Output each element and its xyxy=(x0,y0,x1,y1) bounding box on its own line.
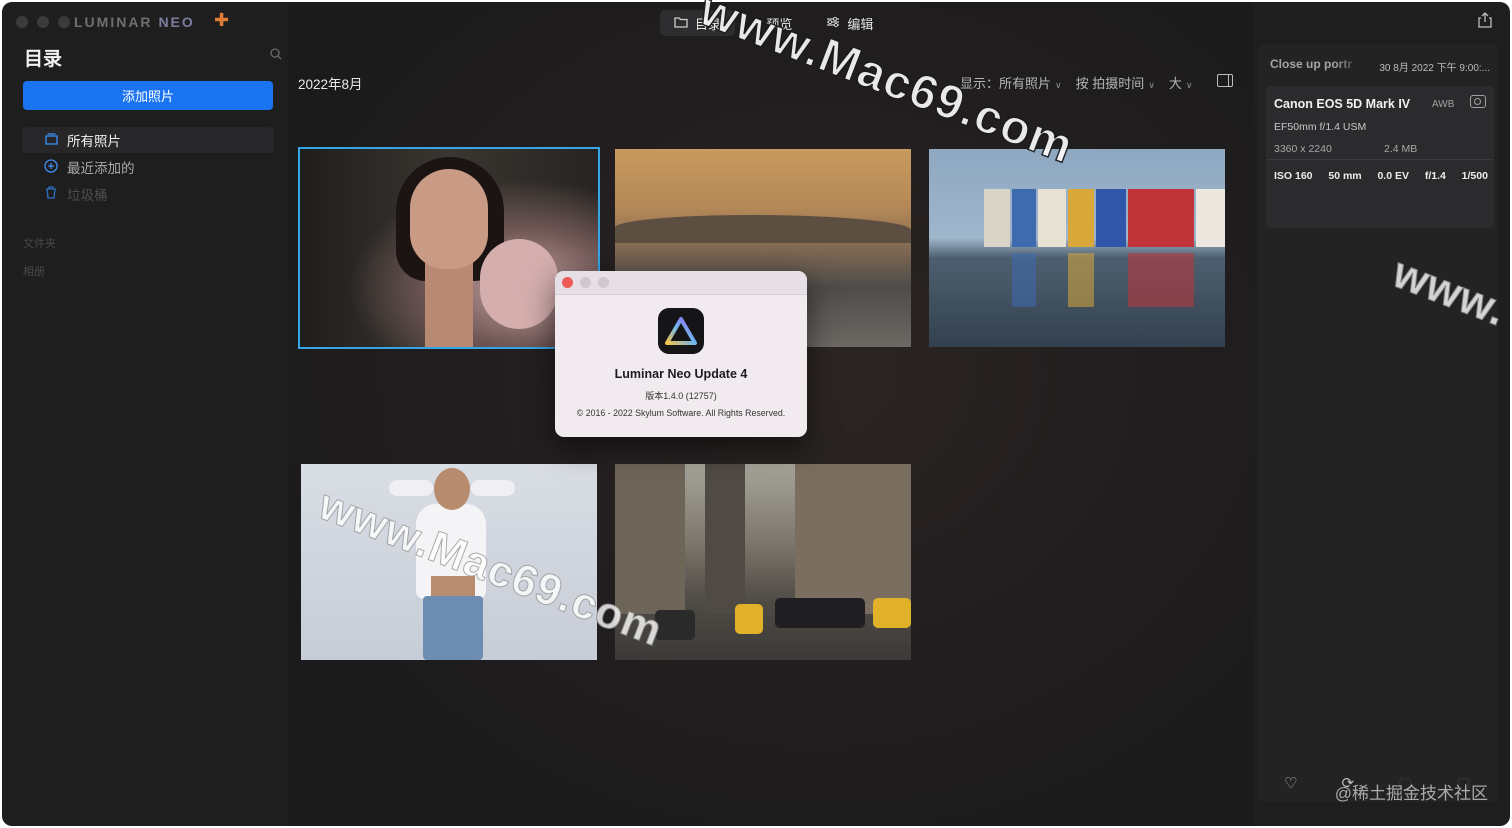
share-icon[interactable] xyxy=(1478,12,1492,32)
chevron-down-icon: ∨ xyxy=(1055,80,1062,90)
lens-model: EF50mm f/1.4 USM xyxy=(1274,121,1367,133)
info-panel-toggle-icon[interactable] xyxy=(1217,74,1233,87)
about-dialog-titlebar xyxy=(555,271,807,295)
sort-dropdown[interactable]: 按 拍摄时间 ∨ xyxy=(1076,73,1155,92)
about-dialog: Luminar Neo Update 4 版本1.4.0 (12757) © 2… xyxy=(555,271,807,437)
photo-content xyxy=(1012,189,1036,247)
photo-content xyxy=(1128,253,1194,307)
photo-content xyxy=(1068,253,1094,307)
photo-content xyxy=(410,169,488,269)
photos-icon xyxy=(44,132,58,148)
about-zoom-button xyxy=(598,277,609,288)
about-close-button[interactable] xyxy=(562,277,573,288)
white-balance: AWB xyxy=(1432,99,1455,110)
photo-content xyxy=(1068,189,1094,247)
chevron-down-icon: ∨ xyxy=(1185,80,1193,90)
luminar-app-icon xyxy=(658,308,704,354)
photo-content xyxy=(423,596,483,660)
photo-content xyxy=(873,598,911,628)
exif-card: Canon EOS 5D Mark IV AWB EF50mm f/1.4 US… xyxy=(1266,86,1494,228)
info-panel: Close up portr 30 8月 2022 下午 9:00:... Ca… xyxy=(1258,44,1498,802)
add-photos-button[interactable]: 添加照片 xyxy=(23,81,273,110)
photo-content xyxy=(1196,189,1225,247)
photo-content xyxy=(615,215,911,243)
about-minimize-button xyxy=(580,277,591,288)
photo-thumbnail-colorful-houses[interactable] xyxy=(929,149,1225,347)
watermark-credit: @稀土掘金技术社区 xyxy=(1334,784,1488,803)
favorite-heart-icon[interactable]: ♡ xyxy=(1284,774,1297,792)
exposure-params: ISO 160 50 mm 0.0 EV f/1.4 1/500 xyxy=(1274,170,1488,182)
photo-thumbnail-portrait[interactable] xyxy=(298,147,600,349)
about-app-name: Luminar Neo Update 4 xyxy=(614,367,748,381)
camera-icon xyxy=(1470,95,1486,108)
sidebar-item-all-photos[interactable]: 所有照片 xyxy=(22,127,274,153)
extensions-puzzle-icon[interactable]: ✚ xyxy=(214,10,229,31)
photo-content xyxy=(735,604,763,634)
folder-icon xyxy=(674,16,688,31)
divider xyxy=(1266,159,1494,160)
photo-content xyxy=(615,464,685,614)
focal-length-value: 50 mm xyxy=(1328,170,1362,182)
about-copyright: © 2016 - 2022 Skylum Software. All Right… xyxy=(576,408,786,418)
view-controls: 显示：所有照片 ∨ 按 拍摄时间 ∨ 大 ∨ xyxy=(960,73,1192,92)
search-icon[interactable] xyxy=(270,48,282,63)
app-window: LUMINAR NEO ✚ 目录 ‹ 预览 编辑 目录 添加照片 所有照片 最近… xyxy=(2,2,1510,826)
photo-content xyxy=(471,480,515,496)
sidebar-item-recently-added[interactable]: 最近添加的 xyxy=(22,154,274,180)
date-group-heading: 2022年8月 xyxy=(298,77,363,92)
plus-circle-icon xyxy=(44,158,58,176)
photo-content xyxy=(434,468,470,510)
iso-value: ISO 160 xyxy=(1274,170,1313,182)
chevron-down-icon: ∨ xyxy=(1148,80,1155,90)
photo-content xyxy=(1096,189,1126,247)
file-size: 2.4 MB xyxy=(1384,143,1418,155)
sidebar-item-trash[interactable]: 垃圾桶 xyxy=(22,181,274,207)
close-window-button[interactable] xyxy=(16,16,28,28)
photo-content xyxy=(480,239,558,329)
photo-content xyxy=(425,259,473,347)
photo-content xyxy=(795,464,911,614)
sidebar-title: 目录 xyxy=(24,49,63,70)
shutter-value: 1/500 xyxy=(1461,170,1488,182)
app-logo: LUMINAR NEO xyxy=(74,14,195,30)
zoom-window-button[interactable] xyxy=(58,16,70,28)
photo-content xyxy=(984,189,1010,247)
photo-content xyxy=(1038,189,1066,247)
thumbnail-size-dropdown[interactable]: 大 ∨ xyxy=(1169,73,1193,92)
section-albums[interactable]: 相册 xyxy=(23,263,45,279)
photo-content xyxy=(1128,189,1194,247)
minimize-window-button[interactable] xyxy=(37,16,49,28)
camera-model: Canon EOS 5D Mark IV xyxy=(1274,97,1411,111)
section-folders[interactable]: 文件夹 xyxy=(23,235,56,251)
photo-filename: Close up portr xyxy=(1270,57,1353,71)
photo-content xyxy=(1012,253,1036,307)
exposure-comp-value: 0.0 EV xyxy=(1377,170,1409,182)
window-controls xyxy=(16,16,70,28)
sidebar-nav: 所有照片 最近添加的 垃圾桶 xyxy=(22,127,274,208)
aperture-value: f/1.4 xyxy=(1424,170,1446,182)
photo-content xyxy=(705,464,745,614)
about-version: 版本1.4.0 (12757) xyxy=(645,391,717,401)
info-header: Close up portr 30 8月 2022 下午 9:00:... xyxy=(1270,57,1490,74)
trash-icon xyxy=(44,186,58,202)
photo-datetime: 30 8月 2022 下午 9:00:... xyxy=(1379,63,1490,74)
photo-content xyxy=(389,480,433,496)
photo-content xyxy=(775,598,865,628)
image-dimensions: 3360 x 2240 xyxy=(1274,143,1332,155)
